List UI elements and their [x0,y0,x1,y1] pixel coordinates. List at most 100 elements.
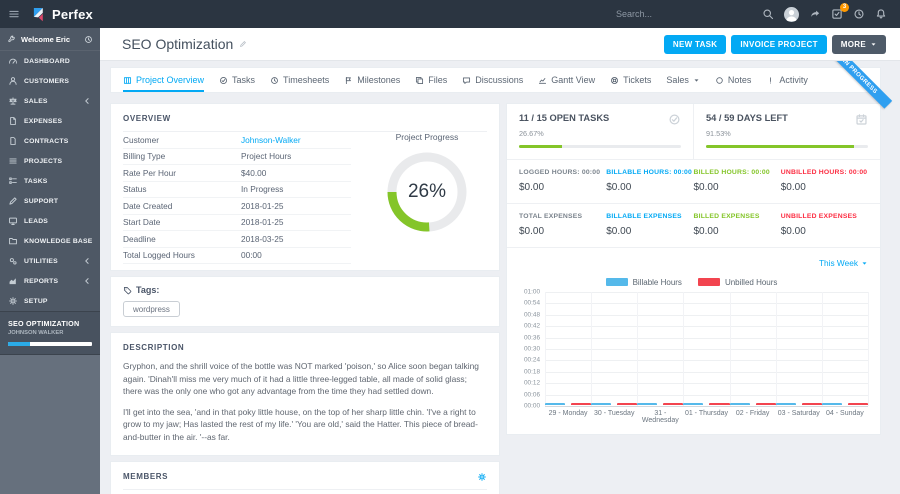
caret-left-icon [82,276,92,286]
tab-gantt-view[interactable]: Gantt View [538,68,595,92]
bar-unbilled-hours[interactable] [801,403,822,405]
x-axis-label: 30 - Tuesday [593,410,635,417]
bar-billable-hours[interactable] [683,403,704,405]
y-axis-tick: 00:42 [524,322,540,330]
new-task-button[interactable]: NEW TASK [663,34,727,54]
sidebar-item-support[interactable]: SUPPORT [0,191,100,211]
project-name: SEO OPTIMIZATION [8,319,80,328]
overview-row-value: In Progress [241,184,284,195]
bar-billable-hours[interactable] [821,403,842,405]
search-input[interactable]: Search... [616,9,652,19]
sidebar-item-label: CUSTOMERS [24,77,70,85]
hours-chart: Billable Hours Unbilled Hours 01:00 00:54 0… [507,273,880,434]
bar-unbilled-hours[interactable] [709,403,730,405]
overview-row: Status In Progress [123,182,351,198]
sidebar-item-reports[interactable]: REPORTS [0,271,100,291]
bar-billable-hours[interactable] [775,403,796,405]
project-tabs: Project Overview Tasks Timesheets Milestone… [110,61,893,109]
sidebar-item-knowledge-base[interactable]: KNOWLEDGE BASE [0,231,100,251]
sidebar-item-label: LEADS [24,217,49,225]
legend-label: Billable Hours [632,277,682,287]
overview-row-label: Total Logged Hours [123,250,195,261]
sidebar-project-section[interactable]: SEO OPTIMIZATION JOHNSON WALKER [0,311,100,355]
bar-billable-hours[interactable] [545,403,566,405]
todo-icon[interactable]: 3 [831,3,849,20]
bar-unbilled-hours[interactable] [663,403,684,405]
overview-row-value: 00:00 [241,250,262,261]
sidebar-item-leads[interactable]: LEADS [0,211,100,231]
list-icon [8,156,18,166]
sidebar-item-sales[interactable]: SALES [0,91,100,111]
welcome-label: Welcome Eric [21,34,71,44]
tab-milestones[interactable]: Milestones [344,68,400,92]
bar-unbilled-hours[interactable] [847,403,868,405]
legend-swatch [605,278,628,286]
expenses-stat: BILLABLE EXPENSES $0.00 [606,213,693,237]
sidebar-item-label: DASHBOARD [24,57,70,65]
y-axis-tick: 00:12 [524,379,540,387]
tab-sales[interactable]: Sales [666,68,700,92]
sidebar-item-label: EXPENSES [24,117,63,125]
bar-unbilled-hours[interactable] [571,403,592,405]
y-axis-tick: 00:36 [524,334,540,342]
sidebar-welcome[interactable]: Welcome Eric [0,28,100,51]
hours-stat: BILLED HOURS: 00:00 $0.00 [694,169,781,193]
period-selector[interactable]: This Week [819,258,868,268]
bar-unbilled-hours[interactable] [755,403,776,405]
scale-icon [8,96,18,106]
overview-row-label: Start Date [123,217,161,228]
tab-project-overview[interactable]: Project Overview [123,68,205,92]
stats-card: 11 / 15 OPEN TASKS 26.67% 54 / 59 DAYS L… [506,103,881,435]
overview-row-value[interactable]: Johnson-Walker [241,135,301,145]
hours-stat-label: BILLED HOURS: 00:00 [693,169,770,176]
user-icon [8,76,18,86]
notifications-icon[interactable] [875,8,887,20]
gridline [683,292,685,406]
avatar[interactable] [784,6,799,22]
tab-activity[interactable]: Activity [766,68,808,92]
edit-title-icon[interactable] [239,40,247,48]
gridline [545,292,868,293]
bar-billable-hours[interactable] [729,403,750,405]
tab-label: Discussions [475,75,524,85]
overview-row: Start Date 2018-01-25 [123,215,351,231]
sidebar-item-expenses[interactable]: EXPENSES [0,111,100,131]
x-axis-label: 04 - Sunday [826,410,864,417]
tab-discussions[interactable]: Discussions [462,68,523,92]
timer-icon[interactable] [84,35,93,44]
invoice-project-button[interactable]: INVOICE PROJECT [731,34,827,54]
bar-unbilled-hours[interactable] [617,403,638,405]
expenses-stat-label: UNBILLED EXPENSES [780,213,858,220]
bar-billable-hours[interactable] [637,403,658,405]
tab-tasks[interactable]: Tasks [219,68,255,92]
folder-icon [8,236,18,246]
sidebar-item-tasks[interactable]: TASKS [0,171,100,191]
sidebar-item-projects[interactable]: PROJECTS [0,151,100,171]
progress-value: 26% [407,181,447,202]
open-tasks-percent: 26.67% [519,129,544,138]
sidebar-item-customers[interactable]: CUSTOMERS [0,71,100,91]
sidebar-item-dashboard[interactable]: DASHBOARD [0,51,100,71]
menu-toggle-icon[interactable] [8,8,20,20]
sidebar-item-label: SUPPORT [24,197,59,205]
expenses-stat-label: BILLED EXPENSES [693,213,760,220]
tab-files[interactable]: Files [415,68,447,92]
chart-y-axis: 01:00 00:54 00:48 00:42 00:36 00:30 00:24 00:18… [515,289,545,410]
tab-timesheets[interactable]: Timesheets [270,68,329,92]
project-customer: JOHNSON WALKER [8,330,64,336]
more-button[interactable]: MORE [831,34,886,54]
overview-row-value: $40.00 [241,167,267,178]
bar-billable-hours[interactable] [591,403,612,405]
sidebar-item-setup[interactable]: SETUP [0,291,100,311]
members-card: MEMBERS Eric DoyleTotal Logged Time: 00:… [110,460,500,494]
sidebar-item-contracts[interactable]: CONTRACTS [0,131,100,151]
sidebar-item-label: TASKS [24,177,48,185]
tab-tickets[interactable]: Tickets [610,68,651,92]
quick-actions-icon[interactable] [809,8,821,20]
timer-icon[interactable] [853,8,865,20]
tab-notes[interactable]: Notes [715,68,751,92]
sidebar-item-utilities[interactable]: UTILITIES [0,251,100,271]
search-icon[interactable] [762,8,774,20]
members-settings-icon[interactable] [477,472,487,482]
caret-down-icon [693,77,700,84]
